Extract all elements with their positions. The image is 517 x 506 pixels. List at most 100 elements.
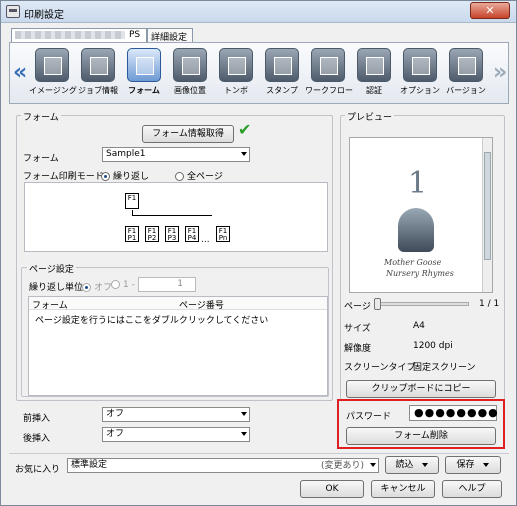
radio-unselected-icon	[175, 172, 184, 181]
scrollbar-thumb[interactable]	[484, 152, 491, 260]
diagram-root-form: F1	[125, 193, 139, 209]
toolbar-authentication-label: 認証	[366, 86, 382, 95]
unit-one-radio[interactable]: 1 -	[111, 280, 135, 290]
mode-repeat-radio[interactable]: 繰り返し	[101, 169, 149, 182]
mode-all-pages-radio[interactable]: 全ページ	[175, 169, 223, 182]
post-insert-label: 後挿入	[23, 434, 51, 444]
save-button-label: 保存	[456, 460, 475, 470]
tab-ps[interactable]: PS	[11, 28, 147, 43]
table-hint: ページ設定を行うにはここをダブルクリックしてください	[35, 316, 269, 326]
dropdown-arrow-icon	[241, 432, 247, 436]
print-settings-window: 印刷設定 ✕ PS 詳細設定 « » イメージング ジョブ情報 フォーム 画像位…	[0, 0, 517, 506]
printer-icon	[6, 5, 20, 18]
preview-caption-line1: Mother Goose	[384, 258, 442, 267]
window-title: 印刷設定	[24, 10, 64, 21]
form-select[interactable]: Sample1	[102, 147, 250, 162]
imaging-icon	[35, 48, 69, 82]
toolbar-imaging-label: イメージング	[29, 86, 77, 95]
resolution-value: 1200 dpi	[413, 341, 453, 351]
load-button[interactable]: 読込	[385, 456, 439, 474]
checkmark-icon: ✔	[238, 120, 252, 139]
unit-off-radio[interactable]: オフ	[82, 280, 112, 293]
help-button[interactable]: ヘルプ	[442, 480, 502, 498]
job-info-icon	[81, 48, 115, 82]
pre-insert-select[interactable]: オフ	[102, 407, 250, 422]
toolbar-form-label: フォーム	[128, 86, 160, 95]
version-icon	[449, 48, 483, 82]
save-button[interactable]: 保存	[445, 456, 501, 474]
unit-off-label: オフ	[94, 283, 113, 293]
copy-to-clipboard-button[interactable]: クリップボードにコピー	[346, 380, 496, 398]
function-toolbar: « » イメージング ジョブ情報 フォーム 画像位置 トンボ スタンプ ワークフ…	[9, 42, 509, 104]
diagram-page-label: P2	[147, 234, 157, 242]
workflow-icon	[311, 48, 345, 82]
scroll-left-arrow[interactable]: «	[13, 60, 27, 85]
toolbar-image-position[interactable]: 画像位置	[167, 46, 213, 102]
col-form-header: フォーム	[32, 301, 68, 311]
preview-page-number: 1	[408, 166, 428, 201]
cancel-button[interactable]: キャンセル	[371, 480, 435, 498]
favorites-select[interactable]: 標準設定 (変更あり)	[67, 458, 379, 473]
preview-caption-line2: Nursery Rhymes	[386, 269, 454, 278]
toolbar-workflow[interactable]: ワークフロー	[305, 46, 353, 102]
dropdown-arrow-icon	[370, 463, 376, 467]
screen-type-value: 固定スクリーン	[413, 363, 476, 373]
password-input[interactable]: ●●●●●●●●	[409, 405, 498, 421]
chevron-down-icon[interactable]	[483, 462, 490, 467]
option-icon	[403, 48, 437, 82]
dropdown-arrow-icon	[241, 412, 247, 416]
password-label: パスワード	[346, 412, 392, 422]
col-page-number-header: ページ番号	[179, 301, 224, 311]
image-position-icon	[173, 48, 207, 82]
diagram-page-box: F1 P3	[165, 226, 179, 242]
toolbar-job-info[interactable]: ジョブ情報	[75, 46, 121, 102]
toolbar-version[interactable]: バージョン	[443, 46, 489, 102]
favorites-value: 標準設定	[71, 460, 108, 470]
toolbar-authentication[interactable]: 認証	[351, 46, 397, 102]
toolbar-form[interactable]: フォーム	[121, 46, 167, 102]
page-slider[interactable]	[374, 298, 469, 310]
repeat-unit-spinner[interactable]: 1	[138, 277, 196, 292]
size-label: サイズ	[344, 324, 371, 334]
toolbar-crop-mark[interactable]: トンボ	[213, 46, 259, 102]
close-button[interactable]: ✕	[470, 2, 510, 19]
repeat-unit-label: 繰り返し単位	[29, 283, 84, 293]
form-mode-diagram: F1 F1 P1 F1 P2 F1 P3 F1 P4 ... F1 Pn	[24, 182, 328, 252]
toolbar-version-label: バージョン	[446, 86, 486, 95]
form-label: フォーム	[23, 154, 59, 164]
diagram-page-label: P3	[167, 234, 177, 242]
delete-form-button[interactable]: フォーム削除	[346, 427, 496, 445]
get-form-info-button[interactable]: フォーム情報取得	[142, 125, 234, 143]
preview-scrollbar[interactable]	[482, 138, 492, 292]
toolbar-imaging[interactable]: イメージング	[29, 46, 77, 102]
stamp-icon	[265, 48, 299, 82]
tab-ps-label: PS	[129, 30, 141, 40]
chevron-down-icon[interactable]	[422, 462, 429, 467]
title-bar: 印刷設定 ✕	[1, 1, 516, 23]
diagram-ellipsis: ...	[201, 235, 210, 245]
screen-type-label: スクリーンタイプ	[344, 363, 416, 373]
radio-unselected-icon	[111, 280, 120, 289]
slider-knob[interactable]	[374, 298, 381, 310]
diagram-page-label: Pn	[218, 234, 228, 242]
authentication-icon	[357, 48, 391, 82]
toolbar-stamp[interactable]: スタンプ	[259, 46, 305, 102]
toolbar-option-label: オプション	[400, 86, 440, 95]
radio-selected-icon	[82, 283, 91, 292]
pre-insert-value: オフ	[106, 409, 125, 419]
load-button-label: 読込	[395, 460, 414, 470]
toolbar-option[interactable]: オプション	[397, 46, 443, 102]
form-group-title: フォーム	[21, 110, 61, 123]
scroll-right-arrow[interactable]: »	[493, 60, 507, 85]
tab-advanced[interactable]: 詳細設定	[147, 28, 193, 43]
page-settings-table[interactable]: フォーム ページ番号 ページ設定を行うにはここをダブルクリックしてください	[28, 296, 328, 396]
toolbar-crop-mark-label: トンボ	[224, 86, 248, 95]
form-select-value: Sample1	[106, 149, 146, 159]
diagram-connector	[132, 215, 212, 216]
ok-button[interactable]: OK	[300, 480, 364, 498]
toolbar-image-position-label: 画像位置	[174, 86, 206, 95]
favorites-label: お気に入り	[15, 465, 61, 475]
post-insert-select[interactable]: オフ	[102, 427, 250, 442]
page-count: 1 / 1	[479, 299, 500, 309]
spinner-value: 1	[177, 279, 183, 289]
